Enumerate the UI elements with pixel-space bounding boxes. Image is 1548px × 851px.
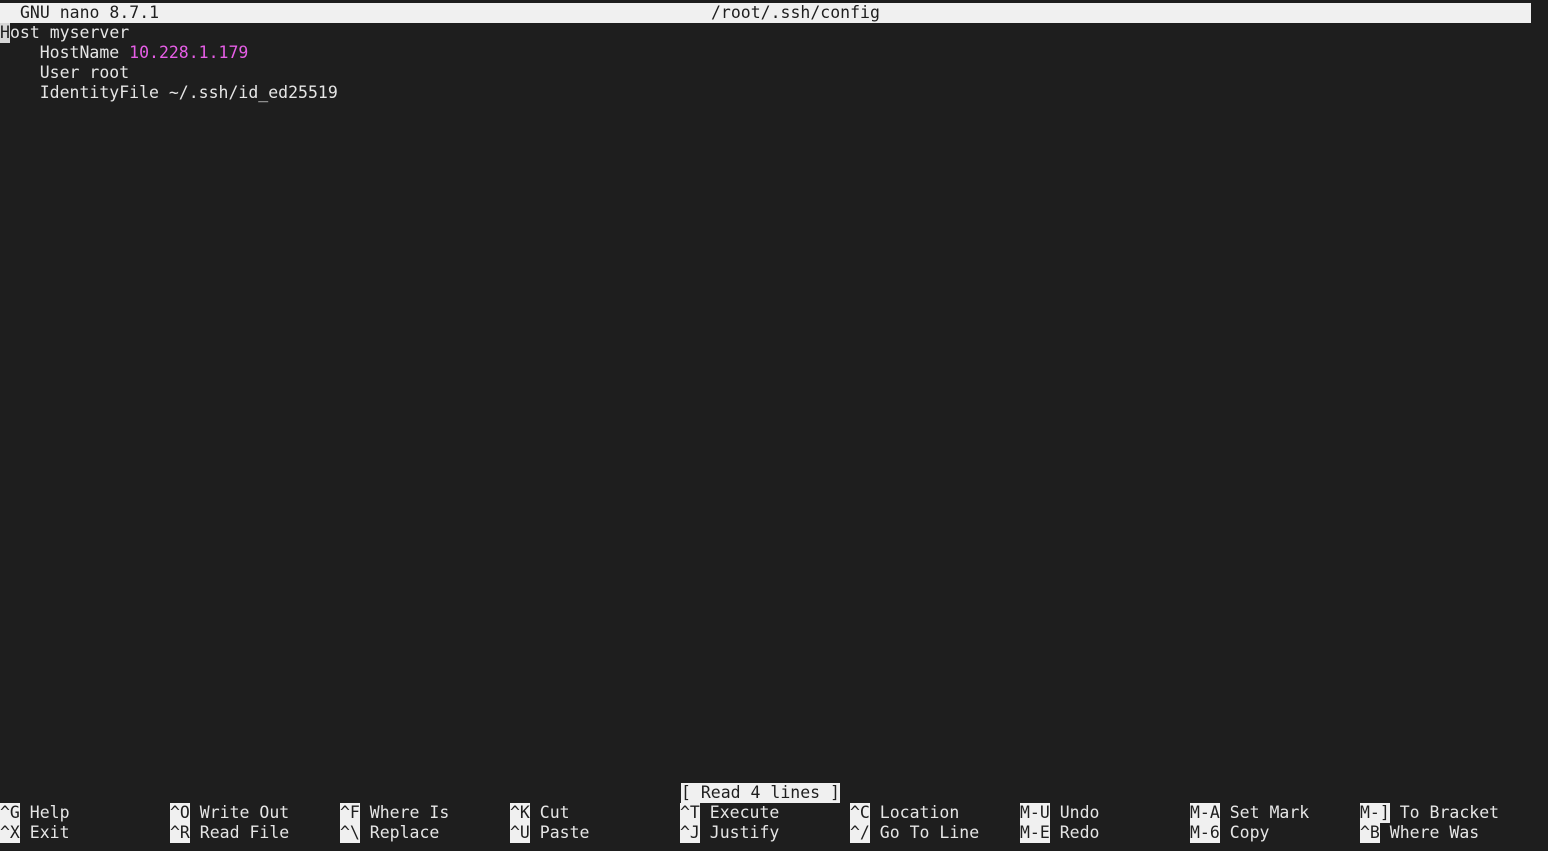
shortcut-key: ^\	[340, 823, 360, 843]
shortcut-where-was[interactable]: ^B Where Was	[1360, 823, 1479, 843]
shortcut-label: Justify	[699, 823, 780, 842]
shortcut-replace[interactable]: ^\ Replace	[340, 823, 439, 843]
shortcut-key: ^C	[850, 803, 870, 823]
shortcut-exit[interactable]: ^X Exit	[0, 823, 70, 843]
shortcut-justify[interactable]: ^J Justify	[680, 823, 779, 843]
shortcut-label: Location	[869, 803, 960, 822]
config-key: HostName	[0, 43, 130, 62]
shortcut-set-mark[interactable]: M-A Set Mark	[1190, 803, 1309, 823]
shortcut-copy[interactable]: M-6 Copy	[1190, 823, 1269, 843]
shortcut-label: Replace	[359, 823, 440, 842]
shortcut-key: ^R	[170, 823, 190, 843]
status-message: [ Read 4 lines ]	[681, 783, 840, 803]
shortcut-help[interactable]: ^G Help	[0, 803, 70, 823]
shortcut-key: ^X	[0, 823, 20, 843]
title-bar: GNU nano 8.7.1 /root/.ssh/config	[0, 3, 1531, 23]
shortcut-read-file[interactable]: ^R Read File	[170, 823, 289, 843]
shortcut-label: Set Mark	[1219, 803, 1310, 822]
editor-area[interactable]: Host myserver HostName 10.228.1.179 User…	[0, 23, 338, 103]
shortcut-label: Write Out	[189, 803, 290, 822]
shortcut-label: To Bracket	[1389, 803, 1500, 822]
editor-line[interactable]: IdentityFile ~/.ssh/id_ed25519	[0, 83, 338, 103]
shortcut-label: Cut	[529, 803, 570, 822]
shortcut-location[interactable]: ^C Location	[850, 803, 959, 823]
shortcut-label: Undo	[1049, 803, 1100, 822]
shortcut-key: ^O	[170, 803, 190, 823]
shortcut-go-to-line[interactable]: ^/ Go To Line	[850, 823, 979, 843]
editor-line[interactable]: HostName 10.228.1.179	[0, 43, 338, 63]
editor-line[interactable]: User root	[0, 63, 338, 83]
shortcut-key: ^J	[680, 823, 700, 843]
shortcut-undo[interactable]: M-U Undo	[1020, 803, 1099, 823]
ip-address-value: 10.228.1.179	[129, 43, 249, 62]
shortcut-bar: ^G Help ^O Write Out ^F Where Is ^K Cut …	[0, 803, 1548, 843]
shortcut-write-out[interactable]: ^O Write Out	[170, 803, 289, 823]
shortcut-where-is[interactable]: ^F Where Is	[340, 803, 449, 823]
shortcut-key: ^F	[340, 803, 360, 823]
shortcut-key: ^T	[680, 803, 700, 823]
shortcut-label: Read File	[189, 823, 290, 842]
shortcut-key: M-6	[1190, 823, 1220, 843]
shortcut-key: M-U	[1020, 803, 1050, 823]
shortcut-label: Help	[19, 803, 70, 822]
shortcut-key: M-A	[1190, 803, 1220, 823]
shortcut-key: ^B	[1360, 823, 1380, 843]
shortcut-execute[interactable]: ^T Execute	[680, 803, 779, 823]
shortcut-paste[interactable]: ^U Paste	[510, 823, 589, 843]
shortcut-label: Copy	[1219, 823, 1270, 842]
shortcut-key: M-E	[1020, 823, 1050, 843]
line-text: ost myserver	[10, 23, 130, 42]
text-cursor: H	[0, 23, 10, 43]
shortcut-label: Execute	[699, 803, 780, 822]
shortcut-label: Where Was	[1379, 823, 1480, 842]
shortcut-key: ^/	[850, 823, 870, 843]
nano-version: GNU nano 8.7.1	[20, 3, 160, 22]
shortcut-label: Exit	[19, 823, 70, 842]
editor-line[interactable]: Host myserver	[0, 23, 338, 43]
shortcut-to-bracket[interactable]: M-] To Bracket	[1360, 803, 1499, 823]
shortcut-label: Where Is	[359, 803, 450, 822]
shortcut-label: Go To Line	[869, 823, 980, 842]
shortcut-key: ^K	[510, 803, 530, 823]
shortcut-label: Redo	[1049, 823, 1100, 842]
shortcut-key: M-]	[1360, 803, 1390, 823]
shortcut-label: Paste	[529, 823, 590, 842]
shortcut-cut[interactable]: ^K Cut	[510, 803, 570, 823]
shortcut-key: ^G	[0, 803, 20, 823]
shortcut-key: ^U	[510, 823, 530, 843]
file-path: /root/.ssh/config	[711, 3, 880, 22]
shortcut-redo[interactable]: M-E Redo	[1020, 823, 1099, 843]
